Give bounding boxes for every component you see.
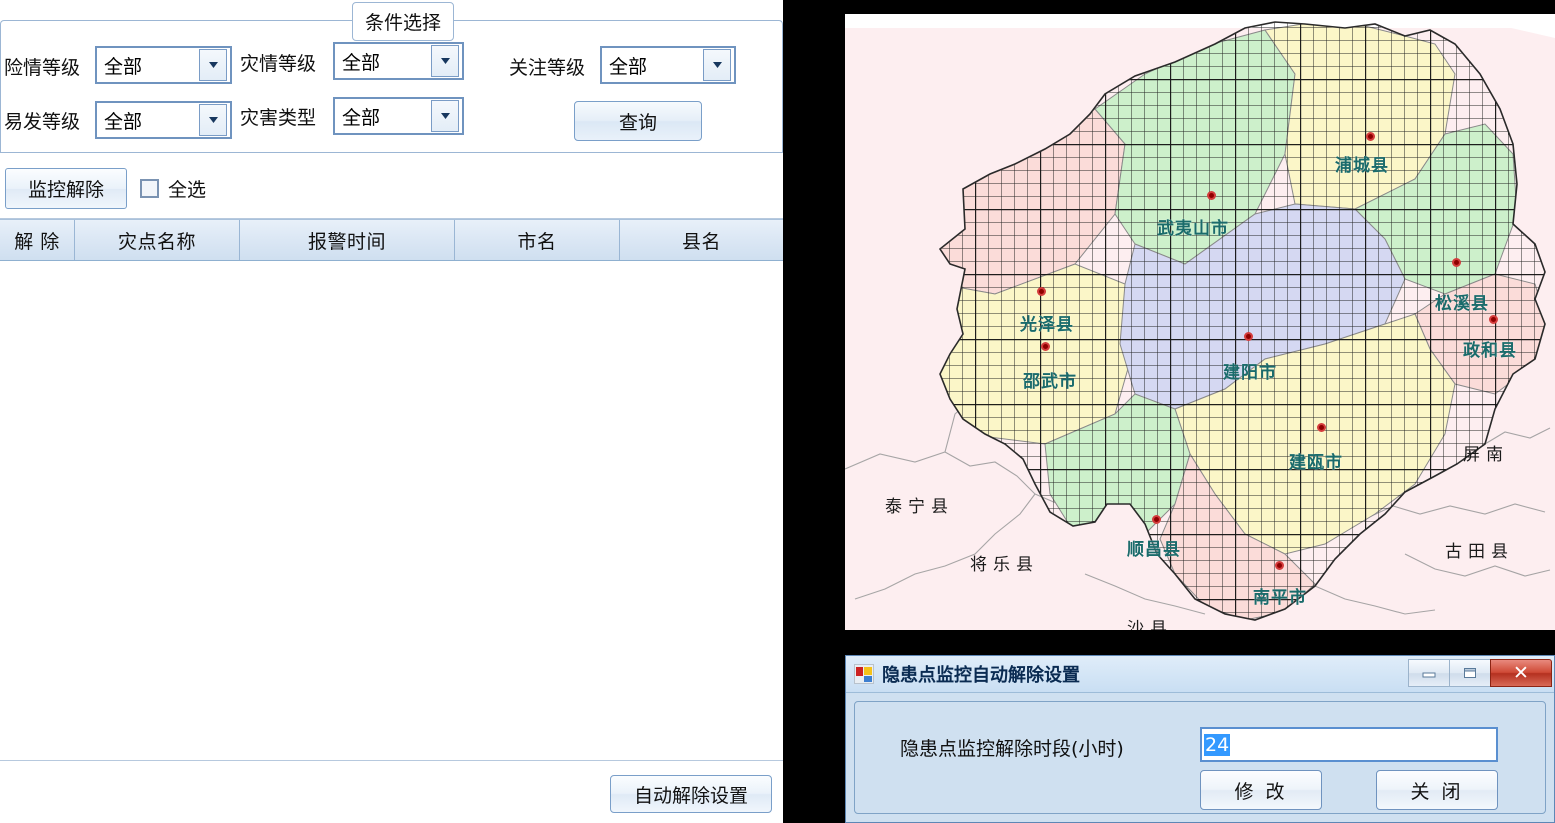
hazard-table-header: 解 除 灾点名称 报警时间 市名 县名 (0, 219, 783, 261)
dialog-title: 隐患点监控自动解除设置 (882, 661, 1080, 687)
hazard-marker-icon[interactable] (1041, 342, 1050, 351)
column-header-county[interactable]: 县名 (620, 220, 783, 260)
app-window-icon (854, 664, 874, 684)
monitor-release-button[interactable]: 监控解除 (5, 168, 127, 209)
combo-disaster-level[interactable]: 全部 (333, 42, 464, 80)
select-all-control[interactable]: 全选 (140, 175, 206, 202)
combo-susceptibility-level[interactable]: 全部 (95, 101, 232, 139)
hazard-marker-icon[interactable] (1489, 315, 1498, 324)
chevron-down-icon[interactable] (199, 104, 227, 136)
application-window: 条件选择 险情等级 全部 灾情等级 全部 关注等级 全部 易发等级 全部 (0, 0, 1555, 823)
table-toolbar: 监控解除 全选 (0, 152, 783, 219)
combo-attention-level-value: 全部 (602, 52, 703, 79)
dialog-titlebar[interactable]: 隐患点监控自动解除设置 ✕ (846, 656, 1554, 693)
label-disaster-level: 灾情等级 (240, 49, 316, 76)
dialog-close-button[interactable]: 关 闭 (1376, 770, 1498, 810)
column-header-release[interactable]: 解 除 (0, 220, 75, 260)
combo-disaster-type[interactable]: 全部 (333, 97, 464, 135)
map-label-taining: 泰宁县 (885, 492, 954, 517)
minimize-button[interactable] (1408, 659, 1450, 687)
map-label-shaowu: 邵武市 (1023, 367, 1077, 392)
label-susceptibility-level: 易发等级 (4, 107, 80, 134)
map-label-jiangle: 将乐县 (970, 550, 1039, 575)
release-hours-value: 24 (1204, 734, 1230, 756)
map-label-shaxian: 沙县 (1127, 614, 1173, 630)
map-label-pingnan: 屏南 (1463, 440, 1509, 465)
close-button[interactable]: ✕ (1490, 659, 1552, 687)
hazard-table-body[interactable] (0, 261, 783, 761)
hazard-marker-icon[interactable] (1207, 191, 1216, 200)
map-label-jianyang: 建阳市 (1223, 358, 1277, 383)
map-label-guangze: 光泽县 (1020, 310, 1074, 335)
release-hours-label: 隐患点监控解除时段(小时) (900, 734, 1124, 761)
column-header-point-name[interactable]: 灾点名称 (75, 220, 240, 260)
dialog-content-panel: 隐患点监控解除时段(小时) 24 修 改 关 闭 (854, 701, 1546, 814)
combo-attention-level[interactable]: 全部 (600, 46, 736, 84)
label-disaster-type: 灾害类型 (240, 103, 316, 130)
hazard-marker-icon[interactable] (1366, 132, 1375, 141)
auto-release-settings-dialog: 隐患点监控自动解除设置 ✕ 隐患点监控解除时段(小时) 24 修 改 关 闭 (845, 655, 1555, 823)
column-header-city[interactable]: 市名 (455, 220, 620, 260)
release-hours-input[interactable]: 24 (1200, 727, 1498, 762)
select-all-label: 全选 (168, 175, 206, 202)
panel-footer: 自动解除设置 (0, 761, 783, 823)
auto-release-settings-button[interactable]: 自动解除设置 (610, 775, 772, 813)
window-controls: ✕ (1409, 658, 1552, 688)
combo-disaster-level-value: 全部 (335, 48, 431, 75)
hazard-point-monitor-panel: 条件选择 险情等级 全部 灾情等级 全部 关注等级 全部 易发等级 全部 (0, 0, 783, 823)
label-attention-level: 关注等级 (509, 53, 585, 80)
combo-risk-level[interactable]: 全部 (95, 46, 232, 84)
chevron-down-icon[interactable] (431, 45, 459, 77)
map-label-jianou: 建瓯市 (1289, 448, 1343, 473)
maximize-button[interactable] (1449, 659, 1491, 687)
combo-risk-level-value: 全部 (97, 52, 199, 79)
modify-button[interactable]: 修 改 (1200, 770, 1322, 810)
groupbox-title: 条件选择 (352, 2, 454, 41)
hazard-marker-icon[interactable] (1037, 287, 1046, 296)
map-label-nanping: 南平市 (1253, 583, 1307, 608)
combo-susceptibility-level-value: 全部 (97, 107, 199, 134)
gis-map-view[interactable]: 光泽县 邵武市 武夷山市 浦城县 松溪县 政和县 建阳市 建瓯市 顺昌县 南平市… (845, 14, 1555, 630)
map-label-pucheng: 浦城县 (1335, 151, 1389, 176)
chevron-down-icon[interactable] (703, 49, 731, 81)
chevron-down-icon[interactable] (431, 100, 459, 132)
map-label-songxi: 松溪县 (1435, 289, 1489, 314)
map-label-gutian: 古田县 (1445, 537, 1514, 562)
map-label-wuyishan: 武夷山市 (1157, 214, 1229, 239)
hazard-marker-icon[interactable] (1244, 332, 1253, 341)
map-label-shunchang: 顺昌县 (1127, 535, 1181, 560)
hazard-marker-icon[interactable] (1452, 258, 1461, 267)
label-risk-level: 险情等级 (4, 53, 80, 80)
select-all-checkbox[interactable] (140, 179, 159, 198)
map-label-zhenghe: 政和县 (1463, 336, 1517, 361)
hazard-marker-icon[interactable] (1152, 515, 1161, 524)
chevron-down-icon[interactable] (199, 49, 227, 81)
column-header-alarm-time[interactable]: 报警时间 (240, 220, 455, 260)
hazard-marker-icon[interactable] (1275, 561, 1284, 570)
query-button[interactable]: 查询 (574, 101, 702, 141)
hazard-marker-icon[interactable] (1317, 423, 1326, 432)
combo-disaster-type-value: 全部 (335, 103, 431, 130)
